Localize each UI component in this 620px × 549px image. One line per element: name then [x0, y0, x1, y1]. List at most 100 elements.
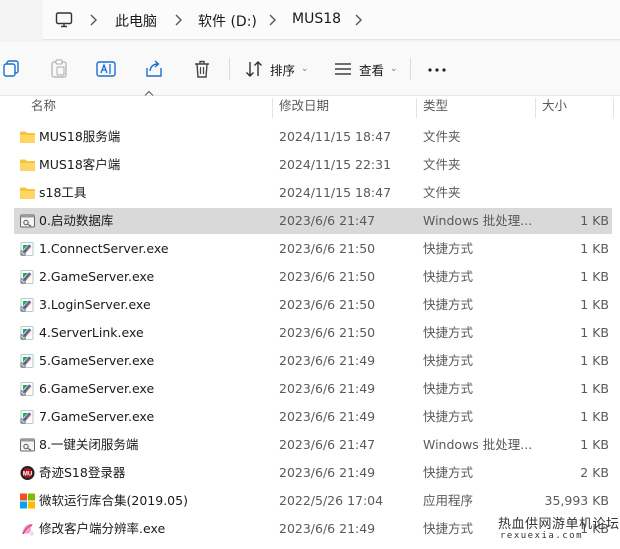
resolution-tool-icon	[19, 521, 36, 537]
breadcrumb-mus18[interactable]: MUS18	[292, 11, 341, 27]
file-row[interactable]: 0.启动数据库 2023/6/6 21:47 Windows 批处理... 1 KB	[14, 208, 612, 234]
file-type: 快捷方式	[423, 241, 474, 256]
file-size: 1 KB	[580, 437, 609, 452]
chevron-right-icon[interactable]	[354, 12, 364, 28]
command-toolbar: 排序 ⌄ 查看 ⌄	[0, 42, 620, 96]
file-modified-date: 2023/6/6 21:50	[279, 297, 376, 312]
file-row[interactable]: 3.LoginServer.exe 2023/6/6 21:50 快捷方式 1 KB	[14, 292, 612, 318]
column-header-row: 名称 修改日期 类型 大小	[0, 96, 620, 120]
computer-icon[interactable]	[55, 11, 73, 29]
breadcrumb-this-pc[interactable]: 此电脑	[115, 11, 157, 31]
shortcut-icon	[19, 297, 36, 313]
file-row[interactable]: 2.GameServer.exe 2023/6/6 21:50 快捷方式 1 KB	[14, 264, 612, 290]
view-label: 查看	[359, 62, 385, 78]
file-modified-date: 2024/11/15 18:47	[279, 185, 392, 200]
windows-logo-icon	[19, 493, 36, 509]
file-type: 应用程序	[423, 493, 474, 508]
delete-icon[interactable]	[191, 58, 213, 80]
batch-file-icon	[19, 213, 36, 229]
share-icon[interactable]	[143, 58, 165, 80]
chevron-right-icon	[90, 14, 97, 26]
file-type: 快捷方式	[423, 381, 474, 396]
shortcut-icon	[19, 325, 36, 341]
file-name: 6.GameServer.exe	[39, 381, 155, 396]
file-modified-date: 2023/6/6 21:50	[279, 241, 376, 256]
folder-icon	[19, 157, 36, 173]
file-size	[536, 152, 609, 178]
file-modified-date: 2023/6/6 21:49	[279, 521, 376, 536]
copy-icon[interactable]	[1, 58, 23, 80]
file-type: 快捷方式	[423, 465, 474, 480]
file-modified-date: 2023/6/6 21:47	[279, 213, 376, 228]
shortcut-icon	[19, 353, 36, 369]
file-modified-date: 2023/6/6 21:49	[279, 409, 376, 424]
watermark-text: 热血供网游单机论坛	[498, 517, 620, 532]
file-name: MUS18客户端	[39, 157, 121, 172]
file-row[interactable]: 4.ServerLink.exe 2023/6/6 21:50 快捷方式 1 KB	[14, 320, 612, 346]
paste-icon[interactable]	[48, 58, 70, 80]
file-row[interactable]: 微软运行库合集(2019.05) 2022/5/26 17:04 应用程序 35,99…	[14, 488, 612, 514]
file-row[interactable]: s18工具 2024/11/15 18:47 文件夹	[14, 180, 612, 206]
sort-icon	[246, 61, 262, 77]
file-modified-date: 2023/6/6 21:49	[279, 353, 376, 368]
column-resize-handle[interactable]	[535, 98, 536, 118]
rename-icon[interactable]	[95, 58, 117, 80]
toolbar-divider	[410, 58, 411, 80]
file-modified-date: 2023/6/6 21:49	[279, 381, 376, 396]
file-type: 快捷方式	[423, 325, 474, 340]
file-modified-date: 2023/6/6 21:47	[279, 437, 376, 452]
view-icon	[335, 63, 351, 75]
file-row[interactable]: MUS18客户端 2024/11/15 22:31 文件夹	[14, 152, 612, 178]
shortcut-icon	[19, 409, 36, 425]
file-type: 文件夹	[423, 129, 461, 144]
file-name: MUS18服务端	[39, 129, 121, 144]
more-icon[interactable]	[426, 58, 448, 80]
file-row[interactable]: 8.一键关闭服务端 2023/6/6 21:47 Windows 批处理... 1 K…	[14, 432, 612, 458]
watermark-url: rexuexia.com	[500, 531, 584, 541]
file-size	[536, 124, 609, 150]
column-resize-handle[interactable]	[272, 98, 273, 118]
chevron-right-icon	[269, 14, 276, 26]
sort-label: 排序	[270, 62, 296, 78]
file-name: 奇迹S18登录器	[39, 465, 126, 480]
column-resize-handle[interactable]	[416, 98, 417, 118]
file-name: 7.GameServer.exe	[39, 409, 155, 424]
column-header-size[interactable]: 大小	[542, 96, 567, 120]
file-type: 文件夹	[423, 157, 461, 172]
file-size: 35,993 KB	[544, 493, 609, 508]
file-type: 快捷方式	[423, 353, 474, 368]
column-header-type[interactable]: 类型	[423, 96, 448, 120]
file-type: 快捷方式	[423, 297, 474, 312]
sort-button[interactable]: 排序 ⌄	[244, 58, 309, 80]
file-name: s18工具	[39, 185, 87, 200]
shortcut-icon	[19, 381, 36, 397]
file-type: 文件夹	[423, 185, 461, 200]
column-header-name[interactable]: 名称	[31, 96, 56, 120]
file-name: 5.GameServer.exe	[39, 353, 155, 368]
file-modified-date: 2023/6/6 21:50	[279, 269, 376, 284]
file-size: 1 KB	[580, 269, 609, 284]
file-row[interactable]: 1.ConnectServer.exe 2023/6/6 21:50 快捷方式 1 K…	[14, 236, 612, 262]
file-name: 2.GameServer.exe	[39, 269, 155, 284]
folder-icon	[19, 129, 36, 145]
shortcut-icon	[19, 241, 36, 257]
file-name: 修改客户端分辨率.exe	[39, 521, 166, 536]
column-header-date[interactable]: 修改日期	[279, 96, 329, 120]
file-name: 3.LoginServer.exe	[39, 297, 151, 312]
file-type: 快捷方式	[423, 269, 474, 284]
file-row[interactable]: 5.GameServer.exe 2023/6/6 21:49 快捷方式 1 KB	[14, 348, 612, 374]
game-launcher-icon: MU	[19, 465, 36, 481]
file-row[interactable]: 7.GameServer.exe 2023/6/6 21:49 快捷方式 1 KB	[14, 404, 612, 430]
view-button[interactable]: 查看 ⌄	[333, 58, 398, 80]
column-resize-handle[interactable]	[613, 98, 614, 118]
file-size: 1 KB	[580, 409, 609, 424]
file-row[interactable]: 6.GameServer.exe 2023/6/6 21:49 快捷方式 1 KB	[14, 376, 612, 402]
file-row[interactable]: MU 奇迹S18登录器 2023/6/6 21:49 快捷方式 2 KB	[14, 460, 612, 486]
file-type: Windows 批处理...	[423, 213, 533, 228]
toolbar-divider	[229, 58, 230, 80]
file-row[interactable]: MUS18服务端 2024/11/15 18:47 文件夹	[14, 124, 612, 150]
file-name: 0.启动数据库	[39, 213, 114, 228]
breadcrumb-drive-d[interactable]: 软件 (D:)	[198, 11, 257, 31]
file-type: 快捷方式	[423, 409, 474, 424]
folder-icon	[19, 185, 36, 201]
